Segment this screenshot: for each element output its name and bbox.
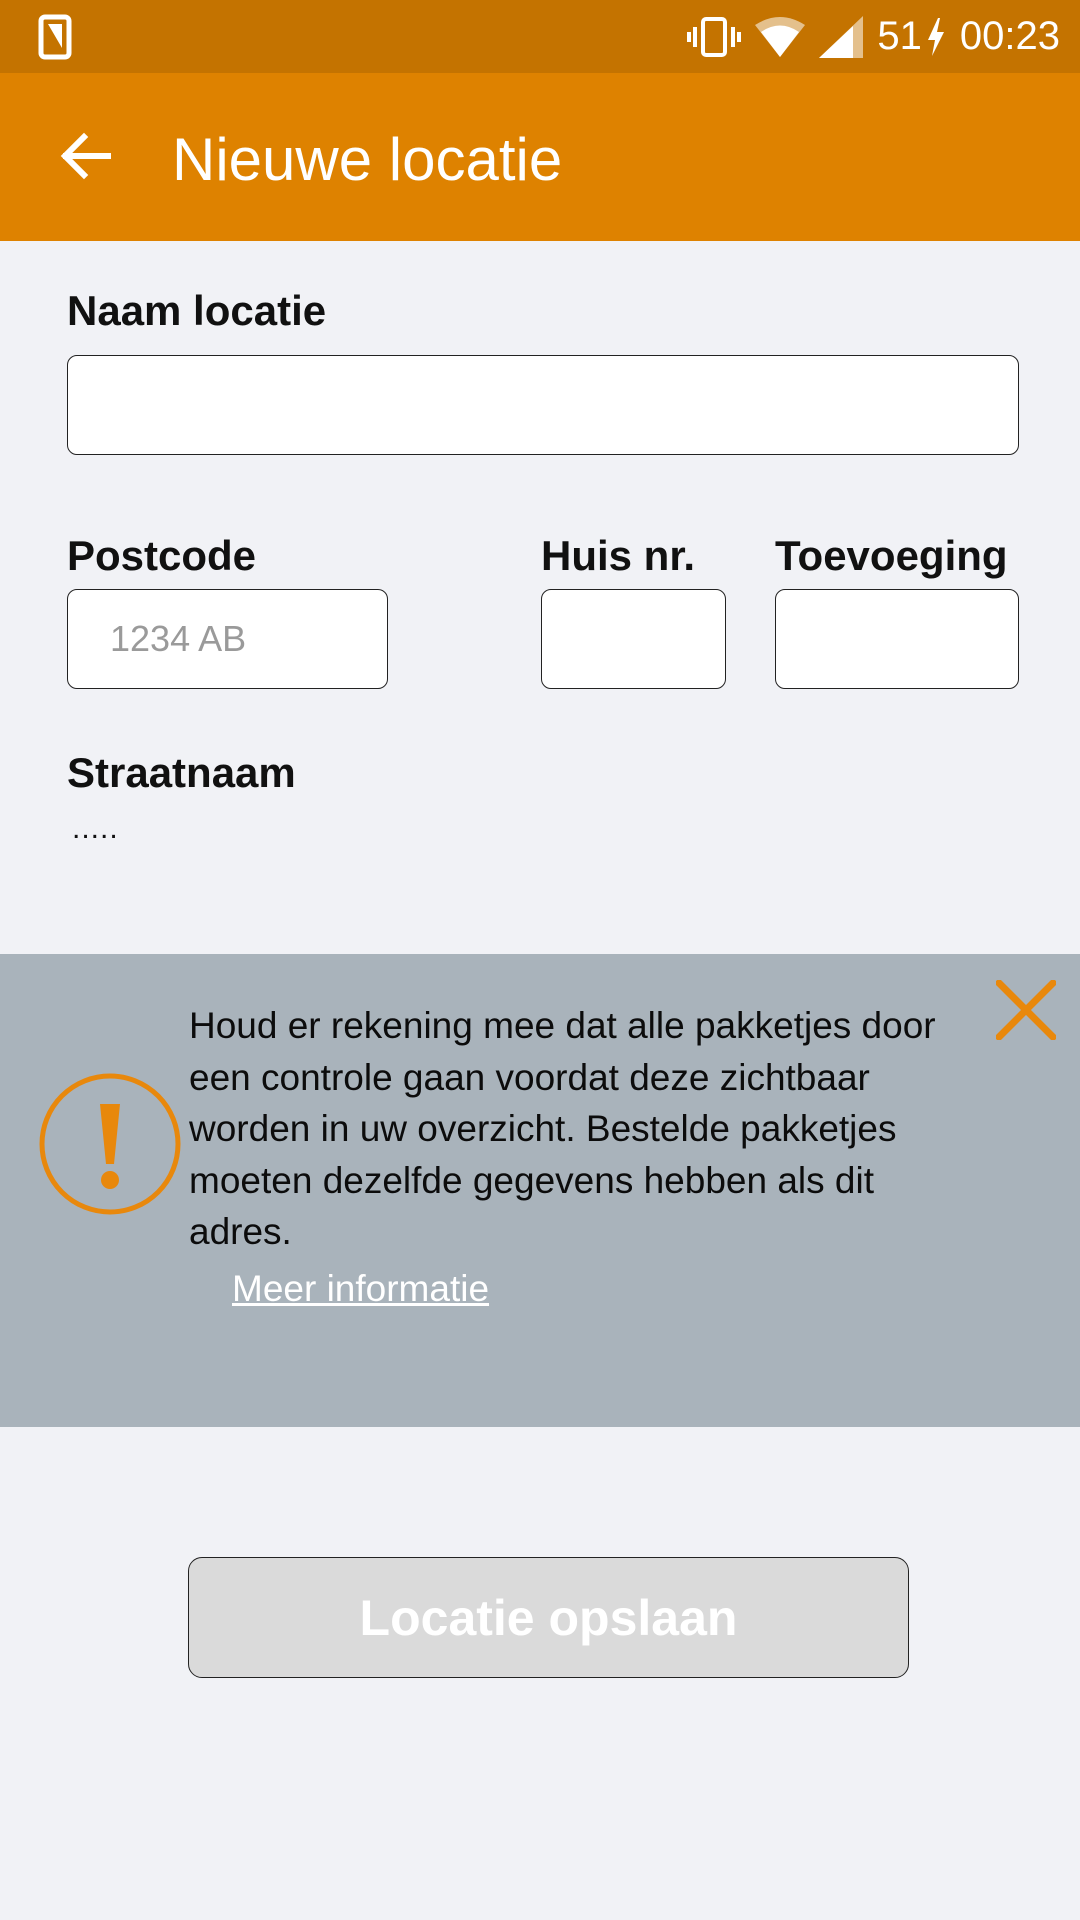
house-number-label: Huis nr. [541,532,696,579]
house-number-input[interactable] [541,589,726,689]
charging-icon [927,17,944,56]
wifi-icon [755,16,806,57]
status-bar: 51 00:23 [0,0,1080,73]
save-button-label: Locatie opslaan [359,1589,738,1646]
clock: 00:23 [959,14,1060,58]
name-label: Naam locatie [67,287,327,334]
battery-level: 51 [877,14,922,58]
addition-label: Toevoeging [775,532,1008,579]
save-location-button[interactable]: Locatie opslaan [188,1557,909,1678]
notification-icon [38,14,72,60]
postcode-input[interactable] [67,589,388,689]
page-title: Nieuwe locatie [172,126,563,193]
more-info-link[interactable]: Meer informatie [232,1268,489,1310]
status-icons: 51 00:23 [687,0,1060,73]
notice-text: Houd er rekening mee dat alle pakketjes … [189,1005,936,1252]
arrow-left-icon[interactable] [56,126,116,186]
close-icon[interactable] [996,980,1056,1040]
app-bar: Nieuwe locatie [0,73,1080,241]
cell-signal-icon [819,15,864,58]
postcode-label: Postcode [67,532,257,579]
street-value: ..... [72,812,119,845]
street-label: Straatnaam [67,749,296,796]
warning-icon [39,1073,181,1215]
vibrate-icon [687,16,742,57]
location-name-input[interactable] [67,355,1019,455]
addition-input[interactable] [775,589,1019,689]
